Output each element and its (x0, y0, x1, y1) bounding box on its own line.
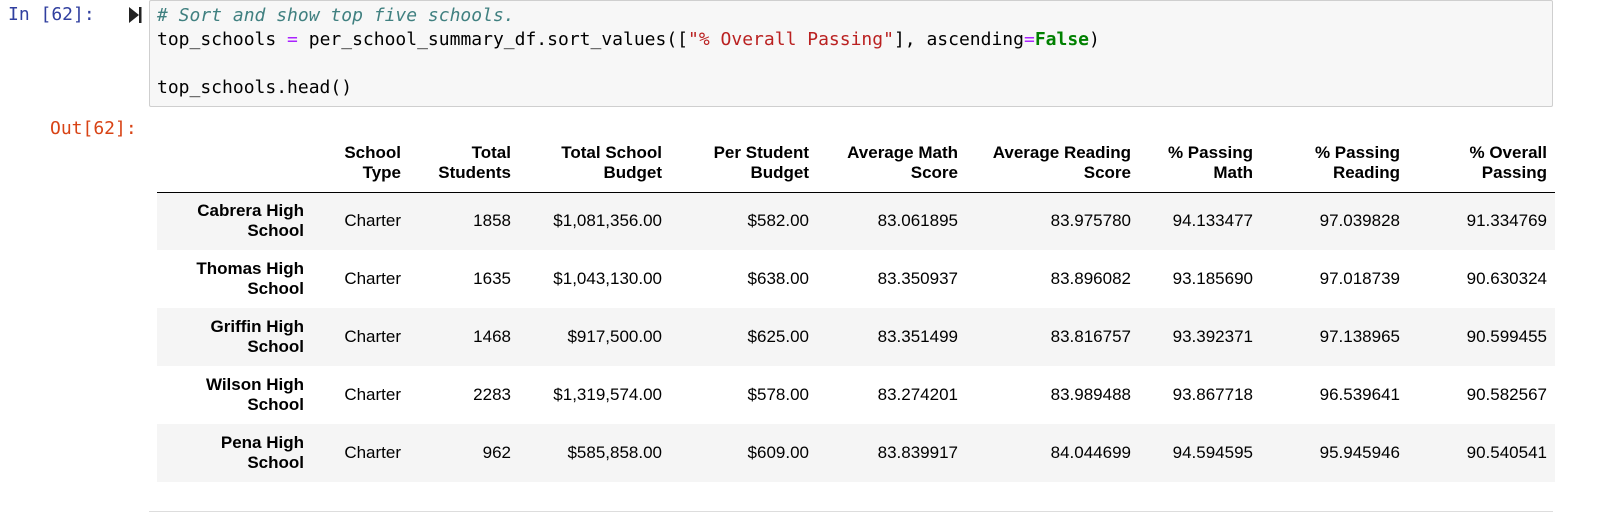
table-cell: 83.274201 (877, 385, 958, 404)
table-header-row: School Type Total Students Total School Bud… (157, 141, 1555, 193)
table-cell: $1,043,130.00 (553, 269, 662, 288)
code-kwarg: ], ascending (893, 29, 1024, 50)
table-cell: 1635 (473, 269, 511, 288)
column-header: % Overall Passing (1408, 141, 1555, 193)
table-cell: 84.044699 (1050, 443, 1131, 462)
table-cell: Charter (344, 443, 401, 462)
code-keyword: False (1034, 29, 1090, 50)
table-cell: 83.839917 (877, 443, 958, 462)
table-cell: $1,081,356.00 (553, 211, 662, 231)
code-head-call: top_schools.head() (157, 77, 353, 98)
table-cell: 93.867718 (1172, 385, 1253, 404)
table-cell: 97.018739 (1319, 269, 1400, 288)
table-cell: 2283 (473, 385, 511, 404)
table-cell: 83.351499 (877, 327, 958, 346)
code-line-4: top_schools.head() (157, 76, 352, 100)
code-string: "% Overall Passing" (688, 29, 894, 50)
column-header: Average Math Score (817, 141, 966, 193)
table-cell: 83.061895 (877, 211, 958, 231)
run-cell-icon[interactable] (128, 6, 142, 24)
table-row: Wilson High School Charter 2283 $1,319,57… (157, 366, 1555, 424)
table-cell: $638.00 (747, 269, 809, 288)
table-cell: Charter (344, 327, 401, 346)
table-cell: 1858 (473, 211, 511, 231)
code-var: top_schools (157, 29, 288, 50)
column-header: School Type (312, 141, 409, 193)
dataframe-table: School Type Total Students Total School Bud… (157, 141, 1555, 482)
code-line-1: # Sort and show top five schools. (157, 4, 515, 28)
table-cell: $585,858.00 (567, 443, 662, 462)
row-index-label: Pena High School (220, 433, 304, 472)
table-cell: 91.334769 (1466, 211, 1547, 231)
column-header: Average Reading Score (966, 141, 1139, 193)
input-prompt: In [62]: (8, 4, 95, 25)
table-cell: 90.630324 (1466, 269, 1547, 288)
code-operator: = (287, 29, 298, 50)
code-call: per_school_summary_df.sort_values([ (297, 29, 689, 50)
column-header: % Passing Math (1139, 141, 1261, 193)
table-cell: 97.039828 (1319, 211, 1400, 231)
table-cell: 93.392371 (1172, 327, 1253, 346)
table-cell: $578.00 (747, 385, 809, 404)
table-cell: $582.00 (747, 211, 809, 231)
table-cell: $917,500.00 (567, 327, 662, 346)
table-cell: Charter (344, 269, 401, 288)
output-prompt: Out[62]: (50, 118, 137, 139)
code-comment: # Sort and show top five schools. (157, 5, 515, 26)
table-cell: 83.989488 (1050, 385, 1131, 404)
table-cell: 962 (482, 443, 511, 462)
table-cell: 96.539641 (1319, 385, 1400, 404)
row-index-label: Thomas High School (196, 259, 304, 298)
index-header (157, 141, 312, 193)
column-header: Per Student Budget (670, 141, 817, 193)
table-cell: 95.945946 (1319, 443, 1400, 462)
table-row: Cabrera High School Charter 1858 $1,081,3… (157, 192, 1555, 250)
table-cell: $1,319,574.00 (553, 385, 662, 404)
table-cell: 83.350937 (877, 269, 958, 288)
table-cell: 83.896082 (1050, 269, 1131, 288)
row-index-label: Cabrera High School (197, 201, 304, 241)
table-cell: Charter (344, 385, 401, 404)
table-cell: 97.138965 (1319, 327, 1400, 346)
code-line-2: top_schools = per_school_summary_df.sort… (157, 28, 1100, 52)
table-cell: $609.00 (747, 443, 809, 462)
column-header: Total Students (409, 141, 519, 193)
next-cell-border (149, 511, 1553, 512)
row-index-label: Griffin High School (210, 317, 304, 356)
table-cell: 83.975780 (1050, 211, 1131, 231)
table-cell: $625.00 (747, 327, 809, 346)
code-close: ) (1089, 29, 1100, 50)
code-operator-2: = (1023, 29, 1035, 50)
column-header: % Passing Reading (1261, 141, 1408, 193)
table-cell: 94.133477 (1172, 211, 1253, 231)
table-cell: 94.594595 (1172, 443, 1253, 462)
table-cell: Charter (344, 211, 401, 231)
column-header: Total School Budget (519, 141, 670, 193)
table-cell: 1468 (473, 327, 511, 346)
table-row: Thomas High School Charter 1635 $1,043,13… (157, 250, 1555, 308)
code-cell-input[interactable]: # Sort and show top five schools. top_sc… (149, 0, 1553, 107)
table-row: Griffin High School Charter 1468 $917,500… (157, 308, 1555, 366)
table-cell: 83.816757 (1050, 327, 1131, 346)
table-cell: 93.185690 (1172, 269, 1253, 288)
table-cell: 90.540541 (1466, 443, 1547, 462)
table-row: Pena High School Charter 962 $585,858.00 … (157, 424, 1555, 482)
table-cell: 90.599455 (1466, 327, 1547, 346)
table-cell: 90.582567 (1466, 385, 1547, 404)
row-index-label: Wilson High School (205, 375, 304, 414)
